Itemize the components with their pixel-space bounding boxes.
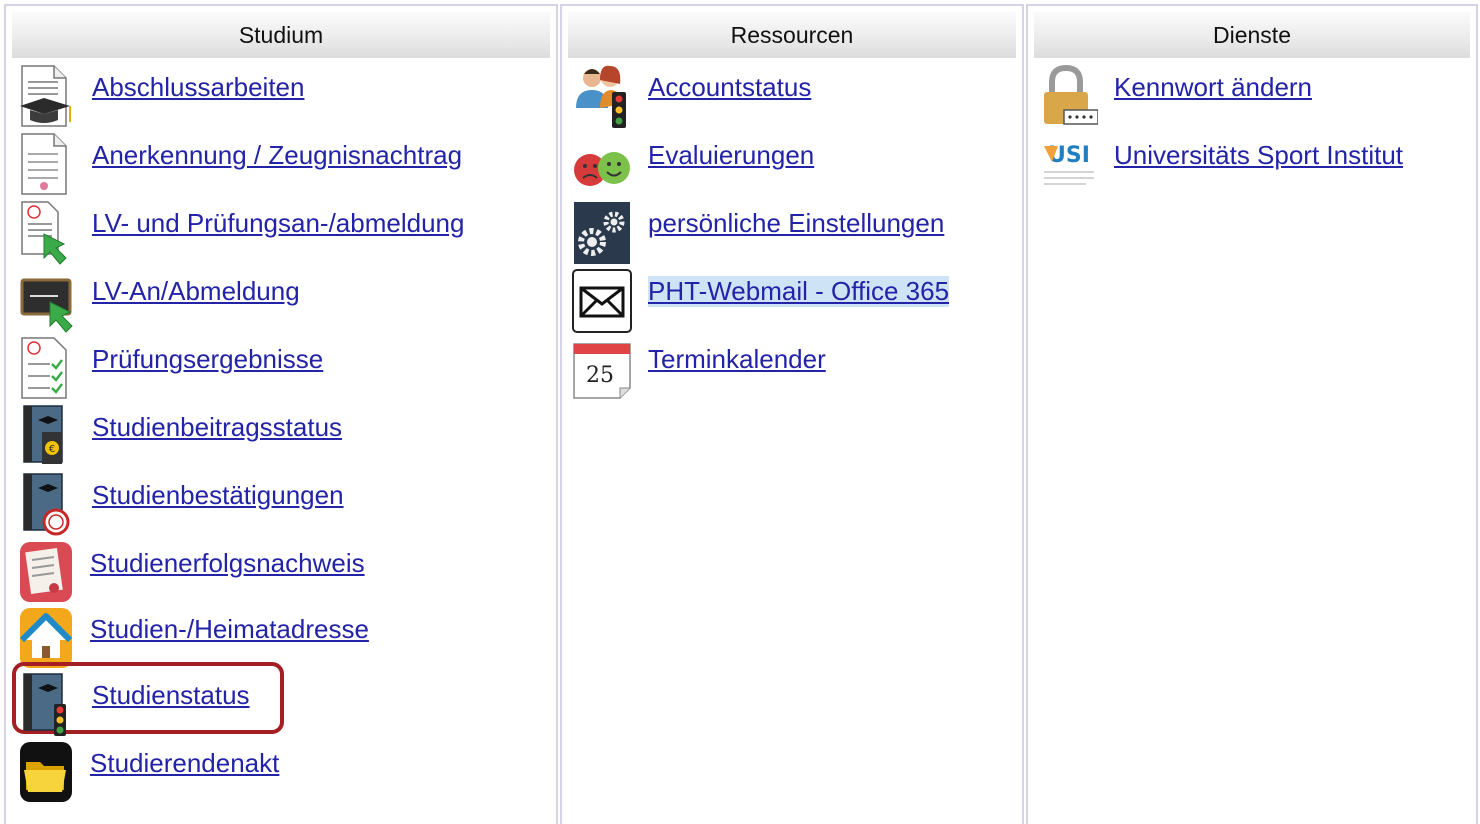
evaluation-faces-icon	[570, 132, 632, 198]
link-lv-pruefungsanmeldung[interactable]: LV- und Prüfungsan-/abmeldung	[92, 208, 464, 239]
list-item-accountstatus: Accountstatus	[562, 64, 1022, 130]
link-studienbestaetigungen[interactable]: Studienbestätigungen	[92, 480, 344, 511]
exam-results-icon	[14, 336, 76, 402]
list-item-abschlussarbeiten: Abschlussarbeiten	[6, 64, 556, 130]
list-item-studierendenakt: Studierendenakt	[6, 740, 556, 806]
list-item-lv-anmeldung: LV-An/Abmeldung	[6, 268, 556, 334]
link-studierendenakt[interactable]: Studierendenakt	[90, 748, 279, 779]
link-webmail[interactable]: PHT-Webmail - Office 365	[648, 276, 950, 307]
list-item-kennwort: Kennwort ändern	[1028, 64, 1476, 130]
link-anerkennung[interactable]: Anerkennung / Zeugnisnachtrag	[92, 140, 462, 171]
link-accountstatus[interactable]: Accountstatus	[648, 72, 811, 103]
list-item-lv-pruefungsanmeldung: LV- und Prüfungsan-/abmeldung	[6, 200, 556, 266]
list-item-einstellungen: persönliche Einstellungen	[562, 200, 1022, 266]
student-file-folder-icon	[14, 740, 76, 806]
link-studienerfolgsnachweis[interactable]: Studienerfolgsnachweis	[90, 548, 365, 579]
list-item-studienbestaetigungen: Studienbestätigungen	[6, 472, 556, 538]
panel-studium: Studium Abschlussarbeiten Anerkennung / …	[4, 4, 558, 824]
panel-header-ressourcen: Ressourcen	[568, 12, 1016, 58]
link-heimatadresse[interactable]: Studien-/Heimatadresse	[90, 614, 369, 645]
study-status-icon	[14, 672, 76, 738]
calendar-icon: 25	[570, 336, 632, 402]
calendar-day-number: 25	[586, 363, 614, 388]
certificate-icon	[14, 132, 76, 198]
panel-ressourcen: Ressourcen Accountstatus Evaluierungen p…	[560, 4, 1024, 824]
link-abschlussarbeiten[interactable]: Abschlussarbeiten	[92, 72, 304, 103]
exam-registration-icon	[14, 200, 76, 266]
settings-gears-icon	[570, 200, 632, 266]
list-item-pruefungsergebnisse: Prüfungsergebnisse	[6, 336, 556, 402]
list-item-usi: USI Universitäts Sport Institut	[1028, 132, 1476, 198]
usi-logo-icon: USI	[1036, 132, 1098, 198]
list-item-terminkalender: 25 Terminkalender	[562, 336, 1022, 402]
panel-header-dienste: Dienste	[1034, 12, 1470, 58]
panel-dienste: Dienste Kennwort ändern USI Universitäts…	[1026, 4, 1478, 824]
link-einstellungen[interactable]: persönliche Einstellungen	[648, 208, 944, 239]
list-item-anerkennung: Anerkennung / Zeugnisnachtrag	[6, 132, 556, 198]
svg-text:€: €	[49, 444, 55, 455]
link-evaluierungen[interactable]: Evaluierungen	[648, 140, 814, 171]
list-item-studienerfolgsnachweis: Studienerfolgsnachweis	[6, 540, 556, 606]
list-item-studienbeitragsstatus: € Studienbeitragsstatus	[6, 404, 556, 470]
account-status-icon	[570, 64, 632, 130]
mail-envelope-icon	[570, 268, 632, 334]
link-studienbeitragsstatus[interactable]: Studienbeitragsstatus	[92, 412, 342, 443]
link-usi[interactable]: Universitäts Sport Institut	[1114, 140, 1403, 171]
list-item-evaluierungen: Evaluierungen	[562, 132, 1022, 198]
link-terminkalender[interactable]: Terminkalender	[648, 344, 826, 375]
tuition-status-icon: €	[14, 404, 76, 470]
course-registration-icon	[14, 268, 76, 334]
panel-header-studium: Studium	[12, 12, 550, 58]
padlock-icon	[1036, 64, 1099, 130]
link-kennwort[interactable]: Kennwort ändern	[1114, 72, 1312, 103]
link-lv-anmeldung[interactable]: LV-An/Abmeldung	[92, 276, 300, 307]
list-item-studienstatus: Studienstatus	[6, 672, 556, 738]
study-confirmation-icon	[14, 472, 76, 538]
list-item-webmail: PHT-Webmail - Office 365	[562, 268, 1022, 334]
link-studienstatus[interactable]: Studienstatus	[92, 680, 250, 711]
thesis-document-icon	[14, 64, 76, 130]
study-success-icon	[14, 540, 76, 606]
link-pruefungsergebnisse[interactable]: Prüfungsergebnisse	[92, 344, 323, 375]
